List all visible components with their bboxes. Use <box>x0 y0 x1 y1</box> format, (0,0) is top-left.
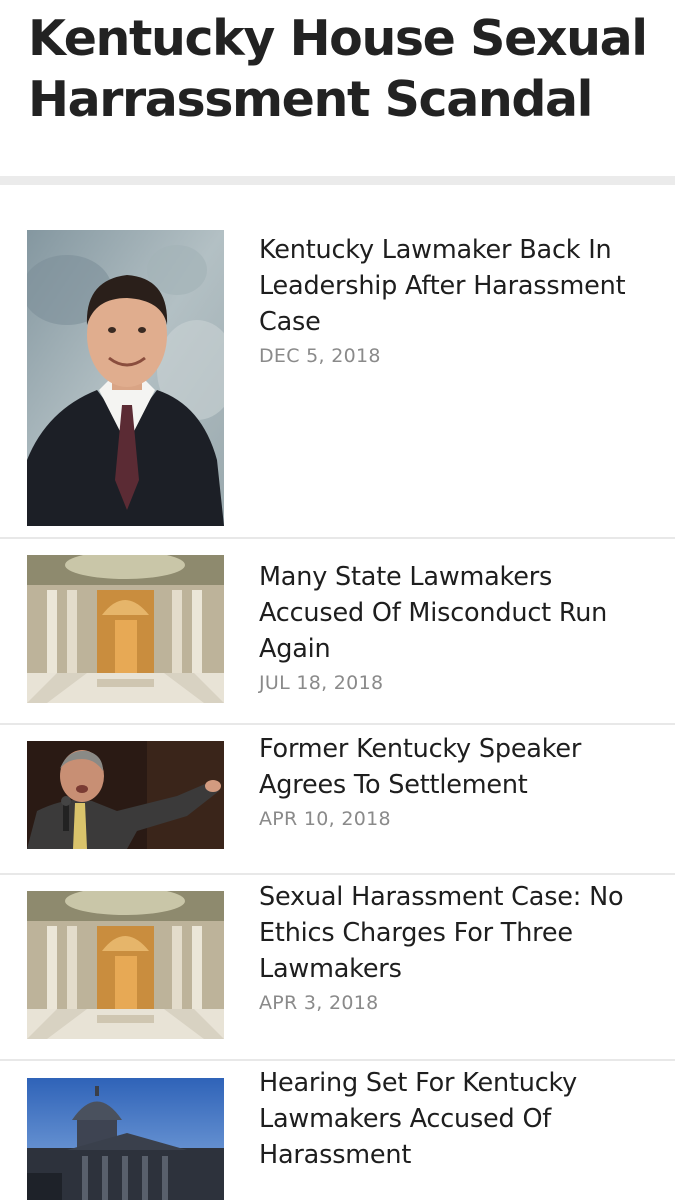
article-text: Hearing Set For Kentucky Lawmakers Accus… <box>259 1065 655 1178</box>
list-item[interactable]: Former Kentucky Speaker Agrees To Settle… <box>0 725 675 873</box>
portrait-image <box>27 230 224 526</box>
article-headline[interactable]: Former Kentucky Speaker Agrees To Settle… <box>259 731 655 803</box>
page-title: Kentucky House Sexual Harrassment Scanda… <box>28 10 648 128</box>
article-thumbnail[interactable] <box>27 230 224 526</box>
article-date: APR 10, 2018 <box>259 808 391 830</box>
rotunda-image <box>27 555 224 703</box>
article-text: Kentucky Lawmaker Back In Leadership Aft… <box>259 232 655 367</box>
list-item[interactable]: Sexual Harassment Case: No Ethics Charge… <box>0 875 675 1061</box>
article-headline[interactable]: Sexual Harassment Case: No Ethics Charge… <box>259 879 655 987</box>
article-headline[interactable]: Hearing Set For Kentucky Lawmakers Accus… <box>259 1065 655 1173</box>
article-text: Sexual Harassment Case: No Ethics Charge… <box>259 879 655 1014</box>
capitol-exterior-image <box>27 1078 224 1200</box>
list-item[interactable]: Hearing Set For Kentucky Lawmakers Accus… <box>0 1061 675 1200</box>
article-date: DEC 5, 2018 <box>259 345 381 367</box>
article-thumbnail[interactable] <box>27 555 224 703</box>
article-headline[interactable]: Kentucky Lawmaker Back In Leadership Aft… <box>259 232 655 340</box>
article-date: APR 3, 2018 <box>259 992 379 1014</box>
speaker-image <box>27 741 224 849</box>
article-thumbnail[interactable] <box>27 891 224 1039</box>
article-text: Former Kentucky Speaker Agrees To Settle… <box>259 731 655 830</box>
article-headline[interactable]: Many State Lawmakers Accused Of Miscondu… <box>259 559 655 667</box>
article-thumbnail[interactable] <box>27 1078 224 1200</box>
rotunda-image <box>27 891 224 1039</box>
list-item[interactable]: Many State Lawmakers Accused Of Miscondu… <box>0 539 675 725</box>
article-thumbnail[interactable] <box>27 741 224 849</box>
article-text: Many State Lawmakers Accused Of Miscondu… <box>259 559 655 694</box>
article-date: JUL 18, 2018 <box>259 672 384 694</box>
list-item[interactable]: Kentucky Lawmaker Back In Leadership Aft… <box>0 185 675 540</box>
page-header: Kentucky House Sexual Harrassment Scanda… <box>0 0 675 176</box>
header-divider <box>0 176 675 185</box>
